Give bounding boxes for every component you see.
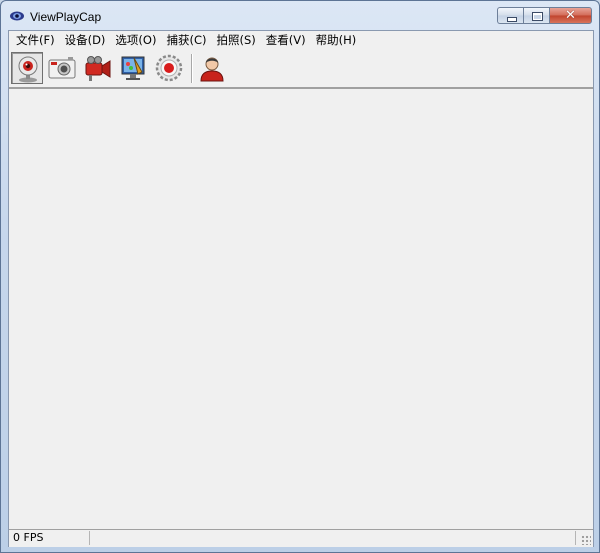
webcam-preview-button[interactable] <box>11 52 43 84</box>
menu-snapshot[interactable]: 拍照(S) <box>211 31 260 49</box>
app-eye-icon <box>10 11 24 21</box>
close-button[interactable]: ✕ <box>549 7 592 24</box>
camera-icon <box>48 57 76 79</box>
record-button[interactable] <box>153 52 185 84</box>
toolbar-separator <box>191 54 193 83</box>
client-area: 文件(F) 设备(D) 选项(O) 捕获(C) 拍照(S) 查看(V) 帮助(H… <box>8 30 594 547</box>
user-icon <box>200 57 224 82</box>
webcam-icon <box>18 56 38 83</box>
maximize-icon <box>532 12 543 21</box>
title-bar[interactable]: ViewPlayCap ✕ <box>1 1 599 31</box>
menu-options[interactable]: 选项(O) <box>110 31 161 49</box>
snapshot-button[interactable] <box>46 52 78 84</box>
fps-readout: 0 FPS <box>11 531 90 545</box>
menu-capture[interactable]: 捕获(C) <box>161 31 211 49</box>
minimize-icon <box>507 17 517 22</box>
record-icon <box>155 54 183 82</box>
menu-help[interactable]: 帮助(H) <box>311 31 362 49</box>
window-title: ViewPlayCap <box>30 10 102 24</box>
menu-device[interactable]: 设备(D) <box>60 31 111 49</box>
resize-grip[interactable] <box>581 535 591 545</box>
status-message <box>91 531 576 545</box>
video-camera-button[interactable] <box>81 52 113 84</box>
menu-bar: 文件(F) 设备(D) 选项(O) 捕获(C) 拍照(S) 查看(V) 帮助(H… <box>9 31 593 49</box>
display-settings-button[interactable] <box>118 52 150 84</box>
minimize-button[interactable] <box>497 7 523 24</box>
menu-file[interactable]: 文件(F) <box>9 31 60 49</box>
status-bar: 0 FPS <box>9 529 593 547</box>
close-icon: ✕ <box>565 8 576 23</box>
maximize-button[interactable] <box>523 7 549 24</box>
app-window: ViewPlayCap ✕ 文件(F) 设备(D) 选项(O) 捕获(C) 拍照… <box>0 0 600 553</box>
caption-buttons: ✕ <box>497 7 592 25</box>
toolbar <box>9 50 593 89</box>
menu-view[interactable]: 查看(V) <box>261 31 311 49</box>
user-button[interactable] <box>196 52 228 84</box>
video-camera-icon <box>85 56 111 81</box>
monitor-paint-icon <box>121 56 145 80</box>
video-preview-area[interactable] <box>9 89 593 527</box>
